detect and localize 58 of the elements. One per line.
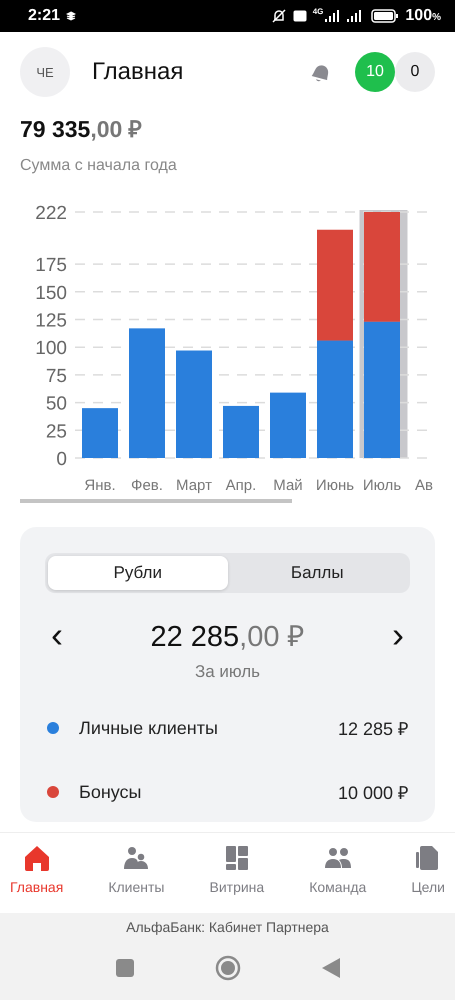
- legend-value: 10 000 ₽: [338, 782, 408, 804]
- y-axis-label: 222: [35, 203, 67, 224]
- network-type: 4G: [312, 7, 324, 16]
- next-button[interactable]: ›: [386, 616, 410, 652]
- legend-label: Личные клиенты: [79, 718, 218, 738]
- x-axis-label: Фев.: [131, 477, 163, 494]
- y-axis-label: 50: [46, 394, 67, 415]
- muted-bell-icon: [270, 8, 287, 24]
- bar[interactable]: [82, 408, 118, 458]
- x-axis-label: Апр.: [226, 477, 256, 494]
- segment-tab[interactable]: Рубли: [48, 556, 228, 590]
- legend-value: 12 285 ₽: [338, 718, 408, 740]
- bar[interactable]: [317, 340, 353, 458]
- y-axis-label: 25: [46, 421, 67, 442]
- battery-icon: [371, 9, 400, 23]
- bar[interactable]: [176, 350, 212, 458]
- y-axis-label: 100: [35, 338, 67, 360]
- recents-button[interactable]: [114, 958, 134, 978]
- x-axis-label: Май: [273, 477, 303, 494]
- nav-tab[interactable]: Главная: [10, 833, 64, 913]
- month-amount: 22 285,00 ₽: [150, 620, 305, 654]
- nav-tab[interactable]: Команда: [309, 833, 366, 913]
- home-button[interactable]: [214, 955, 240, 981]
- bar[interactable]: [364, 322, 400, 458]
- segment-tab[interactable]: Баллы: [228, 556, 407, 590]
- y-axis-label: 125: [35, 310, 67, 332]
- period-label: За июль: [194, 662, 262, 682]
- back-button[interactable]: [320, 957, 340, 979]
- previous-button[interactable]: ‹: [45, 616, 69, 652]
- x-axis-label: Ав: [415, 477, 433, 494]
- x-axis-label: Июль: [362, 477, 402, 494]
- bar[interactable]: [364, 212, 400, 322]
- y-axis-label: 175: [35, 255, 67, 276]
- x-axis-label: Июнь: [316, 477, 354, 494]
- layers-icon: [66, 11, 76, 21]
- scrollbar[interactable]: [20, 499, 292, 503]
- x-axis-label: Янв.: [84, 477, 116, 494]
- nav-tab[interactable]: Клиенты: [108, 833, 164, 913]
- total-amount: 79 335,00 ₽: [20, 115, 143, 144]
- nav-tab[interactable]: Витрина: [210, 833, 264, 913]
- y-axis-label: 0: [56, 449, 67, 470]
- volte-icon: [292, 10, 307, 22]
- legend-label: Бонусы: [79, 782, 142, 802]
- battery-level: 100%: [405, 7, 441, 25]
- bar[interactable]: [129, 328, 165, 458]
- app-title: АльфаБанк: Кабинет Партнера: [126, 919, 329, 935]
- page-title: Главная: [92, 58, 184, 86]
- bar[interactable]: [223, 406, 259, 458]
- total-caption: Сумма с начала года: [20, 157, 178, 175]
- avatar[interactable]: ЧЕ: [20, 47, 70, 97]
- nav-tab[interactable]: Цели: [411, 833, 445, 913]
- y-axis-label: 75: [46, 366, 67, 387]
- counter-badge[interactable]: 0: [395, 52, 435, 92]
- y-axis-label: 150: [35, 282, 67, 304]
- bar[interactable]: [317, 230, 353, 341]
- x-axis-label: Март: [176, 477, 212, 494]
- bar[interactable]: [270, 392, 306, 458]
- status-time: 2:21: [28, 7, 60, 25]
